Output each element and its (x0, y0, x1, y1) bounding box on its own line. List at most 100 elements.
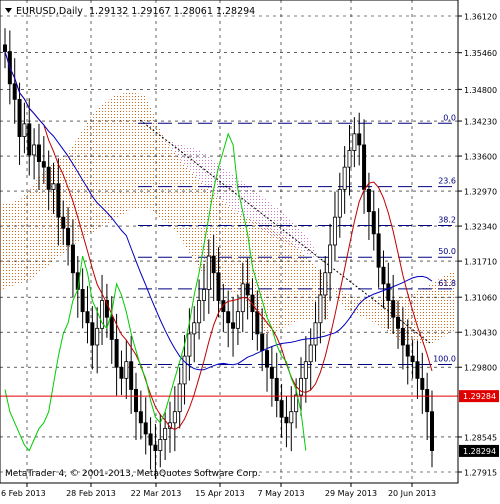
candle-body (143, 422, 148, 435)
candle-body (284, 416, 289, 424)
candle-body (357, 133, 362, 146)
candle-body (172, 411, 177, 424)
candle-body (347, 150, 352, 168)
candle-body (313, 322, 318, 346)
candle-body (129, 361, 134, 390)
price-label-text: 1.28294 (463, 447, 496, 456)
price-chart[interactable]: 0.023.638.250.061.8100.0161.8 EURUSD,Dai… (0, 0, 500, 500)
candle-body (216, 272, 221, 301)
candle-body (405, 344, 410, 357)
candle-body (226, 311, 231, 324)
candle-body (138, 411, 143, 424)
candle-body (80, 289, 85, 313)
candle-body (66, 227, 71, 246)
candle-body (425, 389, 430, 413)
candle-body (415, 361, 420, 379)
y-tick-label: 1.33600 (464, 153, 497, 162)
fib-level-label: 50.0 (438, 247, 456, 256)
candle-body (318, 294, 323, 324)
fib-level-label: 38.2 (438, 216, 456, 225)
candle-body (153, 444, 158, 451)
x-tick-label: 29 May 2013 (325, 489, 377, 498)
fib-level-label: 61.8 (438, 279, 456, 288)
candle-body (90, 322, 95, 346)
candle-body (265, 350, 270, 368)
x-tick-label: 6 Feb 2013 (1, 489, 46, 498)
candle-body (95, 327, 100, 346)
candle-body (255, 311, 260, 335)
candle-body (289, 411, 294, 424)
candle-body (22, 123, 27, 137)
chart-header: EURUSD,Daily 1.29132 1.29167 1.28061 1.2… (5, 6, 255, 17)
candle-body (303, 361, 308, 379)
candle-body (36, 144, 41, 163)
candle-body (148, 433, 153, 446)
candle-body (61, 216, 66, 229)
candle-body (328, 244, 333, 274)
copyright-text: MetaTrader 4, © 2001-2013, MetaQuotes So… (5, 469, 261, 479)
y-tick-label: 1.31710 (464, 258, 497, 267)
y-tick-label: 1.32970 (464, 188, 497, 197)
y-tick-label: 1.30430 (464, 329, 497, 338)
y-tick-label: 1.34230 (464, 118, 497, 127)
candle-body (308, 344, 313, 363)
candle-body (124, 361, 129, 379)
y-tick-label: 1.27915 (464, 468, 497, 477)
x-tick-label: 22 Mar 2013 (131, 489, 182, 498)
x-axis[interactable]: 6 Feb 2013 28 Feb 2013 22 Mar 2013 15 Apr 2… (1, 483, 436, 498)
symbol-label: EURUSD,Daily (16, 6, 83, 17)
x-tick-label: 28 Feb 2013 (66, 489, 116, 498)
candle-body (206, 255, 211, 290)
candle-body (400, 327, 405, 346)
candle-body (391, 300, 396, 318)
candle-body (274, 377, 279, 401)
candle-body (429, 411, 434, 451)
candle-body (3, 44, 8, 52)
candle-body (396, 316, 401, 329)
candle-body (337, 188, 342, 218)
candle-body (27, 123, 32, 156)
y-tick-label: 1.28545 (464, 433, 497, 442)
candle-body (294, 394, 299, 413)
candle-body (163, 427, 168, 440)
candle-body (32, 144, 37, 156)
candle-body (371, 211, 376, 235)
candle-body (197, 300, 202, 324)
candle-body (235, 311, 240, 329)
candle-body (420, 377, 425, 390)
candle-body (46, 166, 51, 190)
y-tick-label: 1.35460 (464, 49, 497, 58)
candle-body (410, 355, 415, 363)
y-tick-label: 1.29800 (464, 364, 497, 373)
candle-body (342, 166, 347, 190)
y-tick-label: 1.31060 (464, 294, 497, 303)
candle-body (279, 400, 284, 418)
candle-body (85, 311, 90, 324)
fib-level-label: 23.6 (438, 177, 456, 186)
candle-body (245, 283, 250, 296)
price-labels: 1.29284 1.28294 (459, 390, 499, 457)
x-tick-label: 7 May 2013 (257, 489, 304, 498)
candle-body (114, 339, 119, 368)
candle-body (298, 377, 303, 396)
candle-body (381, 266, 386, 285)
candle-body (41, 161, 46, 168)
candle-body (56, 183, 61, 218)
candle-body (332, 216, 337, 246)
candle-body (51, 183, 56, 190)
x-tick-label: 15 Apr 2013 (195, 489, 244, 498)
candle-body (119, 366, 124, 379)
candle-body (260, 333, 265, 351)
y-axis[interactable]: 1.36120 1.35460 1.34800 1.34230 1.33600 1.329… (458, 13, 497, 478)
candle-body (211, 255, 216, 274)
candle-body (386, 283, 391, 301)
candle-body (134, 389, 139, 413)
chart-window[interactable]: 0.023.638.250.061.8100.0161.8 EURUSD,Dai… (0, 0, 500, 500)
candle-body (17, 98, 22, 137)
y-tick-label: 1.36120 (464, 13, 497, 22)
candle-body (376, 233, 381, 268)
candle-body (201, 289, 206, 301)
fib-level-label: 0.0 (443, 113, 456, 122)
candle-body (12, 83, 17, 100)
candle-body (352, 133, 357, 151)
